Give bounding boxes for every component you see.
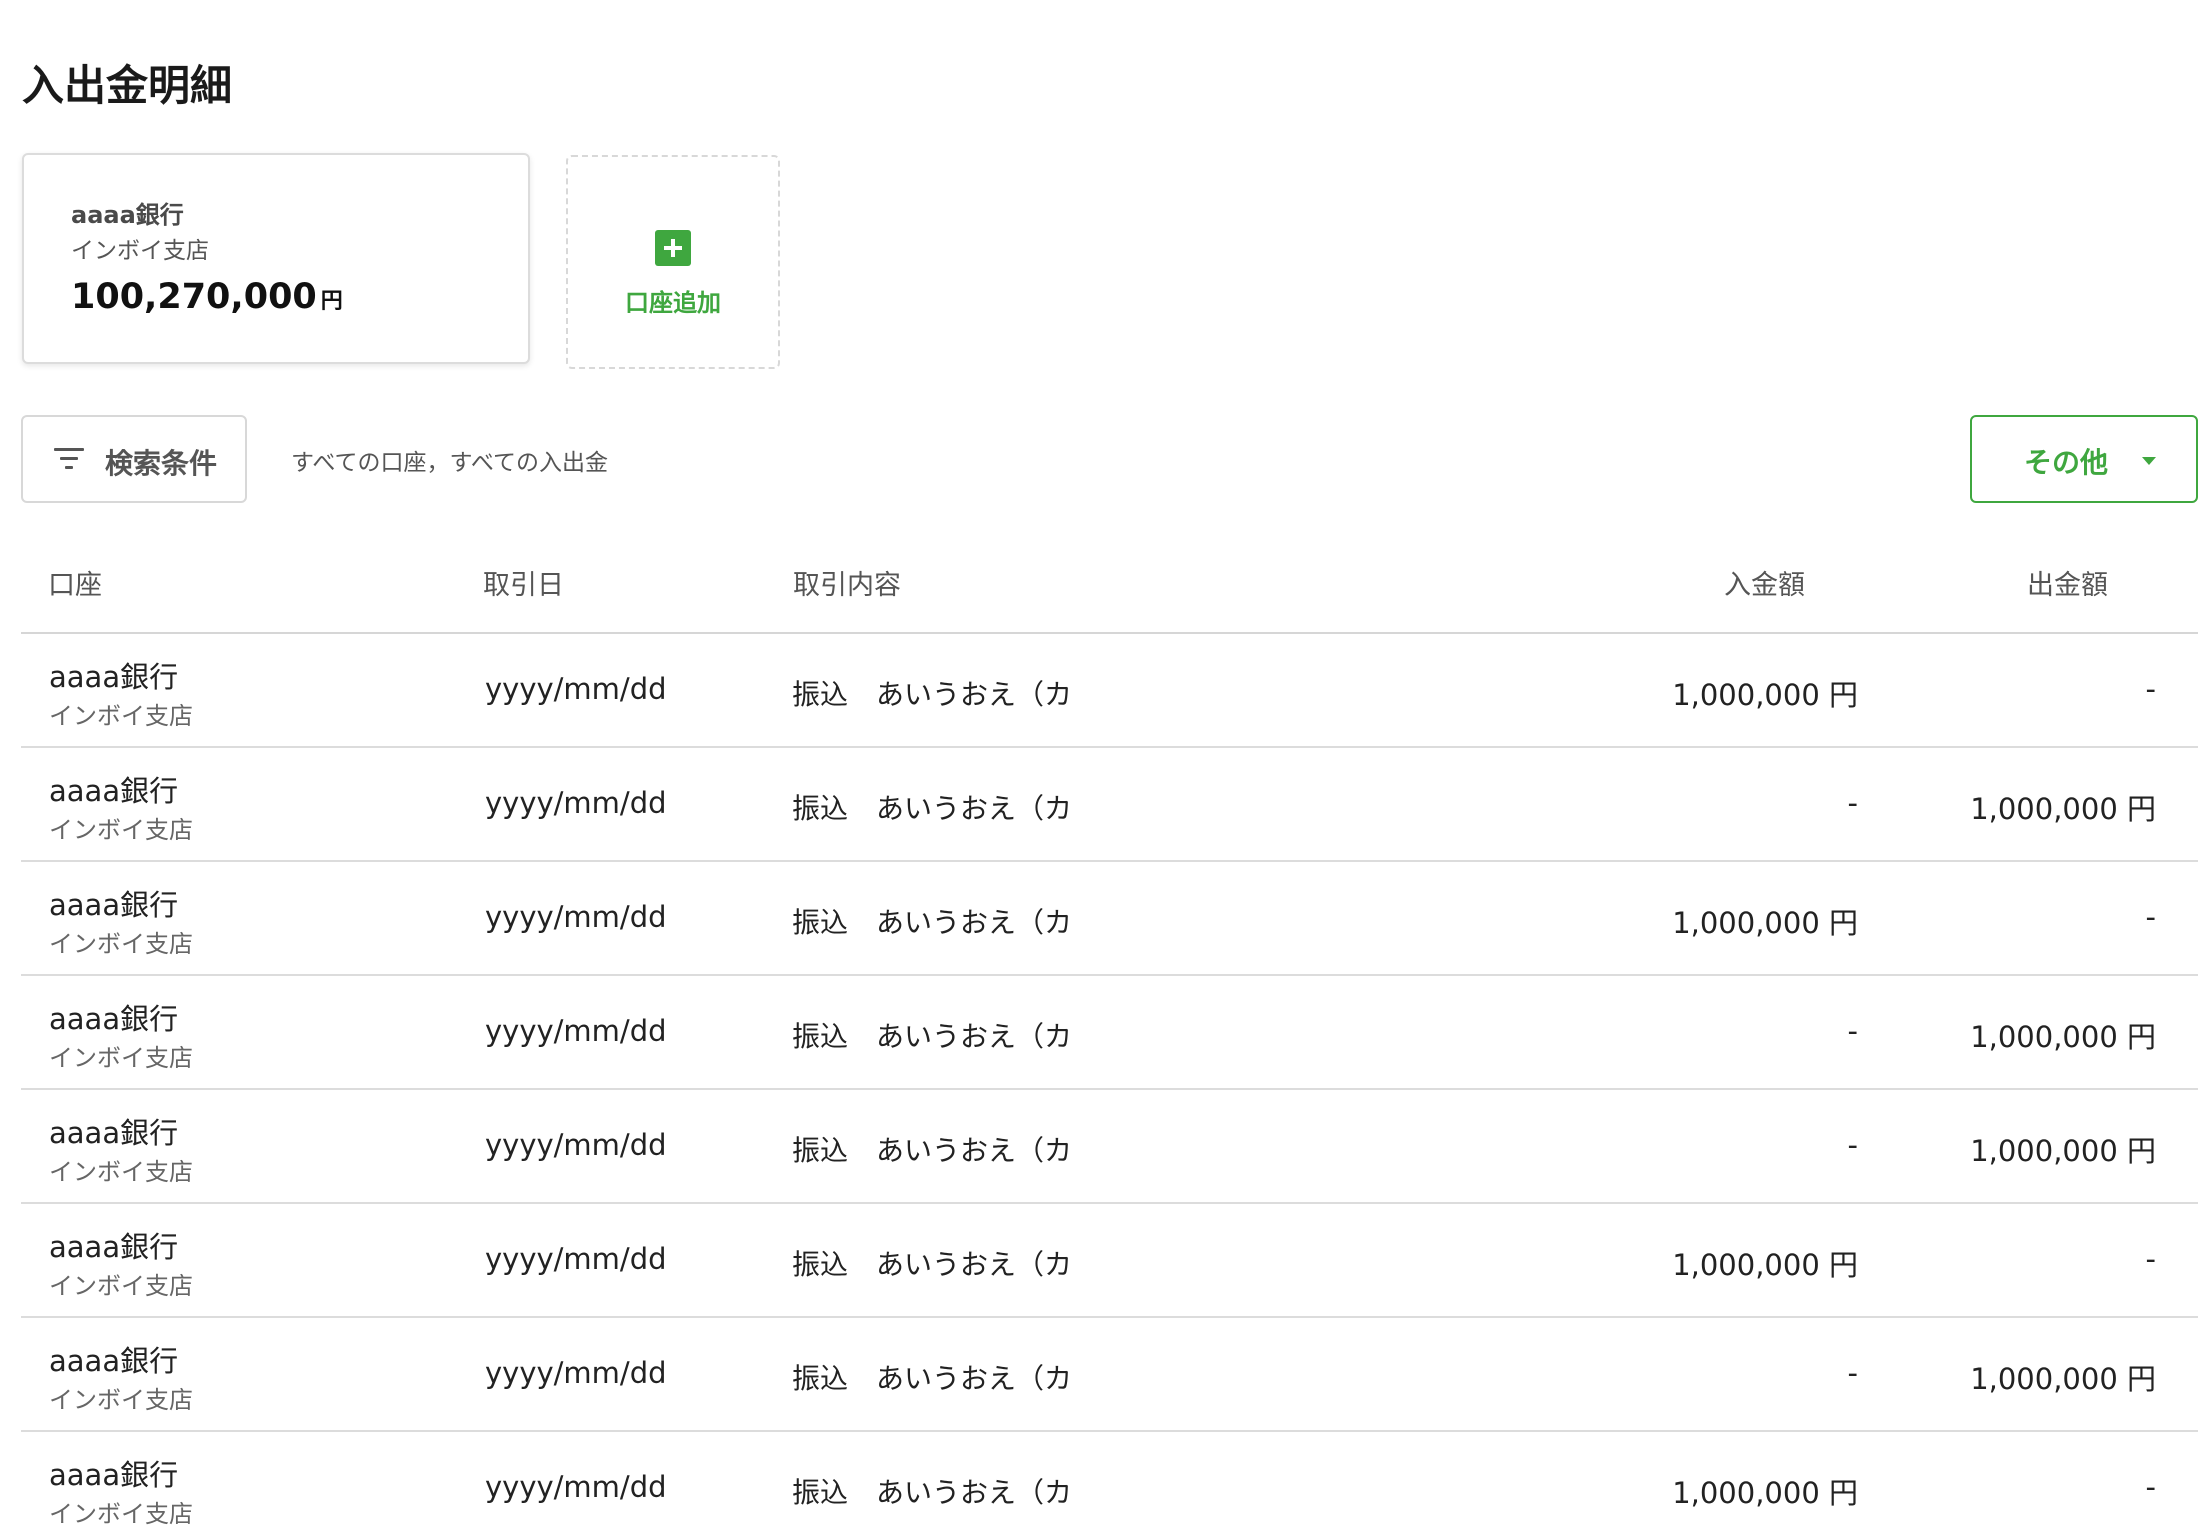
row-withdrawal: 1,000,000 円 [1970, 1134, 2156, 1168]
row-deposit: - [1847, 1128, 1858, 1162]
table-row[interactable]: aaaa銀行 インボイ支店 yyyy/mm/dd 振込 あいうおえ（カ 1,00… [21, 634, 2198, 748]
account-card-balance-row: 100,270,000 円 [71, 277, 343, 317]
search-conditions-label: 検索条件 [105, 447, 218, 480]
plus-icon [655, 230, 691, 266]
row-date: yyyy/mm/dd [485, 672, 667, 706]
row-deposit: - [1847, 786, 1858, 820]
row-deposit: - [1847, 1356, 1858, 1390]
row-bank: aaaa銀行 [49, 660, 179, 694]
row-withdrawal: - [2145, 1242, 2156, 1276]
row-description: 振込 あいうおえ（カ [792, 1020, 1073, 1053]
row-branch: インボイ支店 [49, 1272, 193, 1300]
account-card-balance: 100,270,000 [71, 277, 317, 317]
row-bank: aaaa銀行 [49, 1116, 179, 1150]
header-withdrawal: 出金額 [2027, 570, 2108, 601]
row-deposit: 1,000,000 円 [1672, 1248, 1858, 1282]
row-bank: aaaa銀行 [49, 1344, 179, 1378]
table-row[interactable]: aaaa銀行 インボイ支店 yyyy/mm/dd 振込 あいうおえ（カ - 1,… [21, 976, 2198, 1090]
row-description: 振込 あいうおえ（カ [792, 678, 1073, 711]
row-description: 振込 あいうおえ（カ [792, 1476, 1073, 1509]
row-date: yyyy/mm/dd [485, 1470, 667, 1504]
table-row[interactable]: aaaa銀行 インボイ支店 yyyy/mm/dd 振込 あいうおえ（カ - 1,… [21, 748, 2198, 862]
header-account: 口座 [48, 570, 102, 601]
row-date: yyyy/mm/dd [485, 786, 667, 820]
row-branch: インボイ支店 [49, 1500, 193, 1528]
header-deposit: 入金額 [1724, 570, 1805, 601]
filter-summary: すべての口座，すべての入出金 [291, 450, 608, 476]
row-date: yyyy/mm/dd [485, 1356, 667, 1390]
row-date: yyyy/mm/dd [485, 1242, 667, 1276]
row-withdrawal: 1,000,000 円 [1970, 792, 2156, 826]
row-branch: インボイ支店 [49, 702, 193, 730]
row-withdrawal: 1,000,000 円 [1970, 1362, 2156, 1396]
account-card[interactable]: aaaa銀行 インボイ支店 100,270,000 円 [22, 153, 530, 364]
row-withdrawal: - [2145, 900, 2156, 934]
row-bank: aaaa銀行 [49, 1230, 179, 1264]
row-deposit: 1,000,000 円 [1672, 906, 1858, 940]
page: 入出金明細 aaaa銀行 インボイ支店 100,270,000 円 口座追加 検索… [0, 0, 2206, 1535]
row-branch: インボイ支店 [49, 1386, 193, 1414]
row-deposit: 1,000,000 円 [1672, 1476, 1858, 1510]
transactions-table: 口座 取引日 取引内容 入金額 出金額 aaaa銀行 インボイ支店 yyyy/m… [21, 521, 2198, 1535]
row-description: 振込 あいうおえ（カ [792, 1134, 1073, 1167]
page-title: 入出金明細 [22, 61, 233, 110]
row-deposit: - [1847, 1014, 1858, 1048]
account-card-currency: 円 [320, 289, 343, 314]
header-description: 取引内容 [793, 570, 901, 601]
add-account-label: 口座追加 [625, 289, 721, 317]
row-branch: インボイ支店 [49, 1158, 193, 1186]
row-bank: aaaa銀行 [49, 774, 179, 808]
row-branch: インボイ支店 [49, 930, 193, 958]
row-description: 振込 あいうおえ（カ [792, 1362, 1073, 1395]
row-withdrawal: - [2145, 1470, 2156, 1504]
table-header: 口座 取引日 取引内容 入金額 出金額 [21, 521, 2198, 634]
other-dropdown-label: その他 [2024, 446, 2109, 479]
row-bank: aaaa銀行 [49, 888, 179, 922]
table-row[interactable]: aaaa銀行 インボイ支店 yyyy/mm/dd 振込 あいうおえ（カ 1,00… [21, 862, 2198, 976]
row-deposit: 1,000,000 円 [1672, 678, 1858, 712]
other-dropdown[interactable]: その他 [1970, 415, 2198, 503]
table-row[interactable]: aaaa銀行 インボイ支店 yyyy/mm/dd 振込 あいうおえ（カ - 1,… [21, 1318, 2198, 1432]
table-row[interactable]: aaaa銀行 インボイ支店 yyyy/mm/dd 振込 あいうおえ（カ 1,00… [21, 1432, 2198, 1535]
row-bank: aaaa銀行 [49, 1002, 179, 1036]
search-conditions-button[interactable]: 検索条件 [21, 415, 247, 503]
row-date: yyyy/mm/dd [485, 1014, 667, 1048]
row-description: 振込 あいうおえ（カ [792, 1248, 1073, 1281]
table-row[interactable]: aaaa銀行 インボイ支店 yyyy/mm/dd 振込 あいうおえ（カ - 1,… [21, 1090, 2198, 1204]
account-card-bank: aaaa銀行 [71, 201, 184, 229]
caret-down-icon [2142, 457, 2156, 465]
header-date: 取引日 [483, 570, 564, 601]
row-bank: aaaa銀行 [49, 1458, 179, 1492]
add-account-button[interactable]: 口座追加 [566, 155, 780, 369]
row-date: yyyy/mm/dd [485, 900, 667, 934]
filter-icon [54, 448, 84, 470]
row-description: 振込 あいうおえ（カ [792, 792, 1073, 825]
row-branch: インボイ支店 [49, 816, 193, 844]
table-row[interactable]: aaaa銀行 インボイ支店 yyyy/mm/dd 振込 あいうおえ（カ 1,00… [21, 1204, 2198, 1318]
row-date: yyyy/mm/dd [485, 1128, 667, 1162]
row-withdrawal: 1,000,000 円 [1970, 1020, 2156, 1054]
row-branch: インボイ支店 [49, 1044, 193, 1072]
row-description: 振込 あいうおえ（カ [792, 906, 1073, 939]
account-card-branch: インボイ支店 [71, 238, 209, 264]
row-withdrawal: - [2145, 672, 2156, 706]
